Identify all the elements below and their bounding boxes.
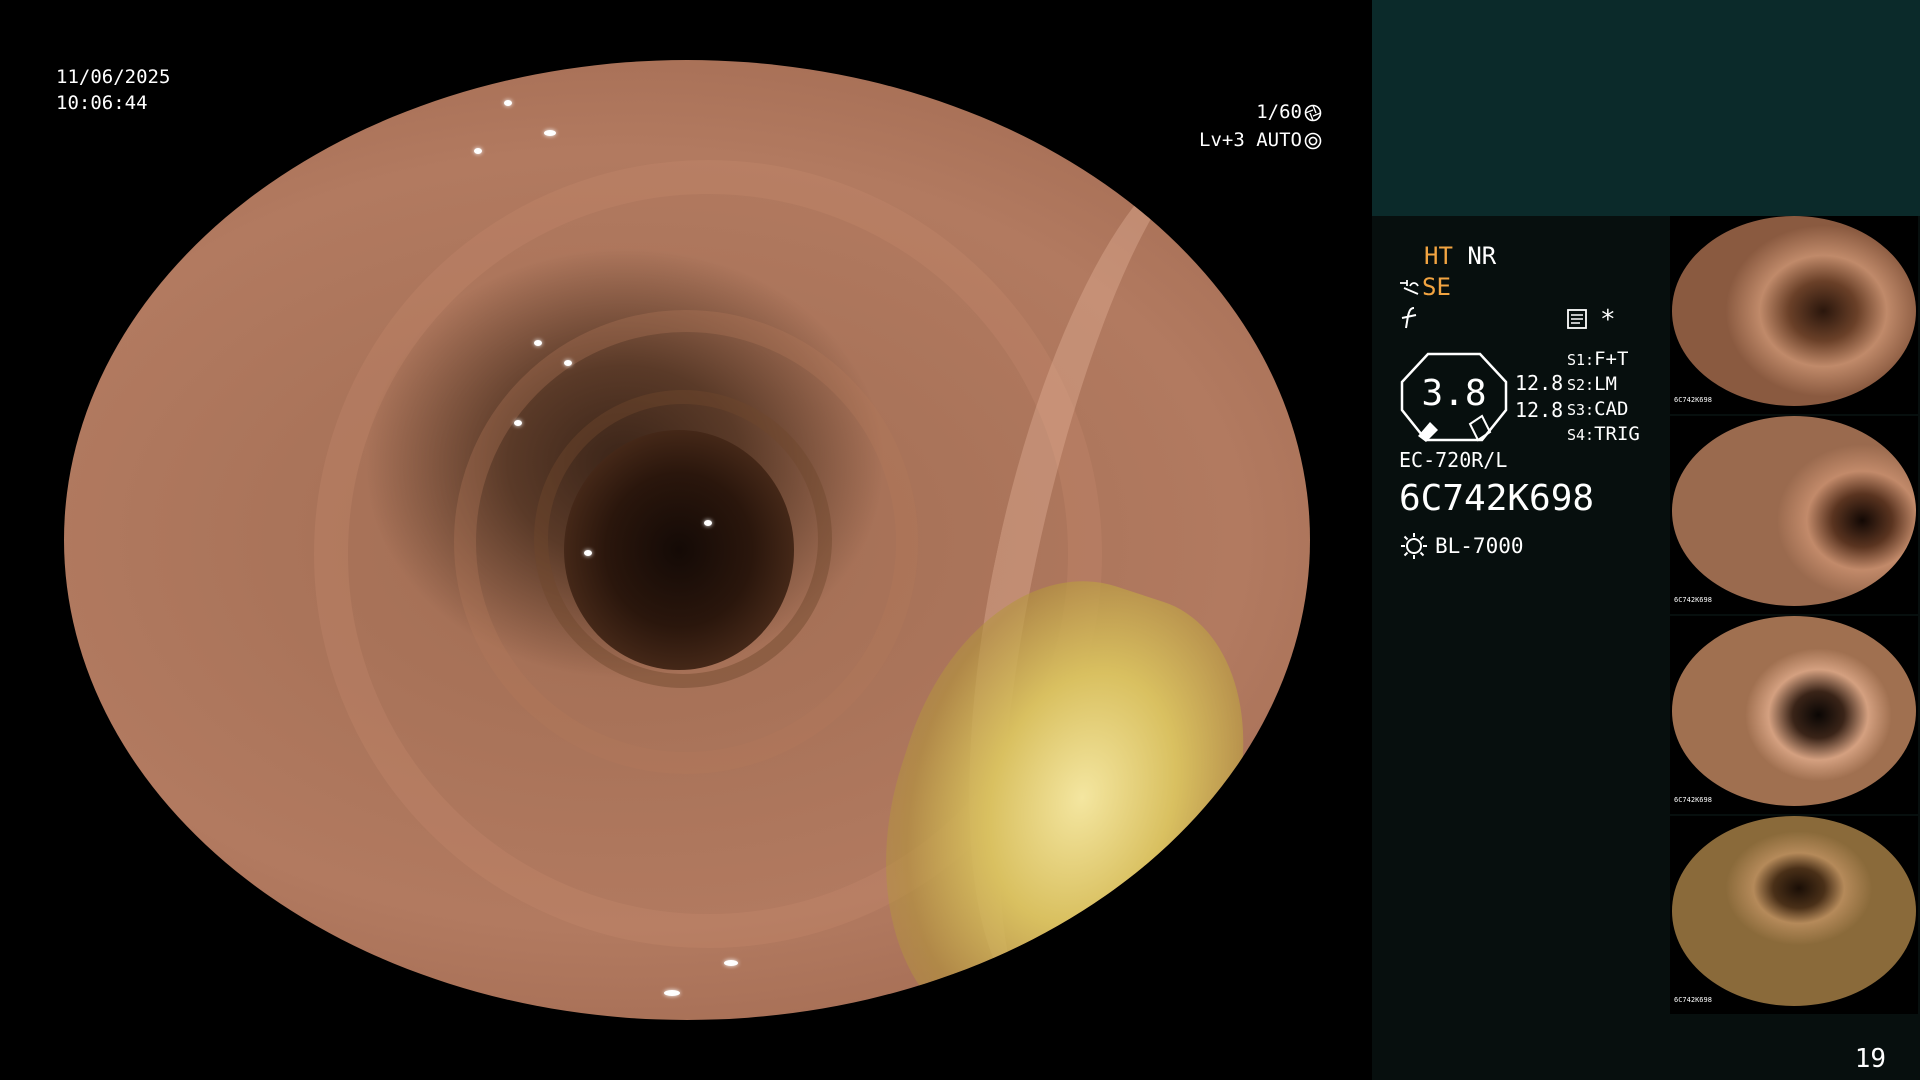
date-text: 11/06/2025	[56, 66, 171, 88]
time-text: 10:06:44	[56, 92, 148, 114]
auto-iris-icon	[1304, 132, 1322, 149]
light-reflection	[584, 550, 592, 556]
scope-settings-icon	[1400, 280, 1419, 295]
scope-model: EC-720R/L	[1399, 448, 1508, 472]
light-source-model: BL-7000	[1435, 534, 1524, 558]
light-reflection	[504, 100, 512, 106]
thumbnail-image	[1672, 216, 1916, 406]
light-reflection	[544, 130, 556, 136]
page-number: 19	[1854, 1044, 1886, 1074]
capture-thumbnail[interactable]: 6C742K698	[1670, 216, 1918, 414]
ht-indicator: HT NR	[1424, 242, 1497, 270]
info-panel-top	[1372, 0, 1920, 216]
switch-assignment-s3: S3:CAD	[1567, 398, 1629, 420]
light-source-icon	[1401, 533, 1427, 559]
switch-assignment-s4: S4:TRIG	[1567, 423, 1640, 445]
nr-indicator: NR	[1467, 242, 1497, 270]
main-endoscope-view: 11/06/2025 10:06:44 1/60 Lv+3 AUTO	[0, 0, 1372, 1080]
thumbnail-caption: 6C742K698	[1674, 796, 1712, 804]
capture-thumbnail[interactable]: 6C742K698	[1670, 816, 1918, 1014]
exposure-readout: 1/60 Lv+3 AUTO	[1199, 98, 1322, 154]
light-reflection	[534, 340, 542, 346]
light-source: BL-7000	[1399, 531, 1524, 561]
memo-icon	[1567, 309, 1587, 329]
se-indicator: SE	[1398, 273, 1451, 301]
iris-level: Lv+3 AUTO	[1199, 129, 1302, 151]
light-reflection	[474, 148, 482, 154]
switch-assignment-s2: S2:LM	[1567, 373, 1617, 395]
thumbnail-caption: 6C742K698	[1674, 396, 1712, 404]
light-reflection	[724, 960, 738, 966]
shutter-icon	[1304, 104, 1322, 121]
filter-icon	[1401, 307, 1417, 329]
light-reflection	[564, 360, 572, 366]
capture-thumbnail[interactable]: 6C742K698	[1670, 416, 1918, 614]
capture-thumbnail[interactable]: 6C742K698	[1670, 616, 1918, 814]
light-reflection	[664, 990, 680, 996]
zoom-value: 12.8	[1515, 398, 1564, 422]
light-reflection	[514, 420, 522, 426]
colon-lumen	[564, 430, 794, 670]
scope-serial-number: 6C742K698	[1399, 478, 1595, 519]
asterisk-icon: *	[1600, 305, 1616, 335]
shutter-speed: 1/60	[1256, 101, 1302, 123]
light-reflection	[704, 520, 712, 526]
thumbnail-image	[1672, 616, 1916, 806]
switch-assignment-s1: S1:F+T	[1567, 348, 1629, 370]
endoscope-live-image	[64, 60, 1310, 1020]
thumbnail-image	[1672, 816, 1916, 1006]
thumbnail-caption: 6C742K698	[1674, 996, 1712, 1004]
brightness-value: 3.8	[1421, 373, 1487, 414]
thumbnail-caption: 6C742K698	[1674, 596, 1712, 604]
zoom-value: 12.8	[1515, 371, 1564, 395]
thumbnail-image	[1672, 416, 1916, 606]
timestamp: 11/06/2025 10:06:44	[56, 64, 170, 116]
